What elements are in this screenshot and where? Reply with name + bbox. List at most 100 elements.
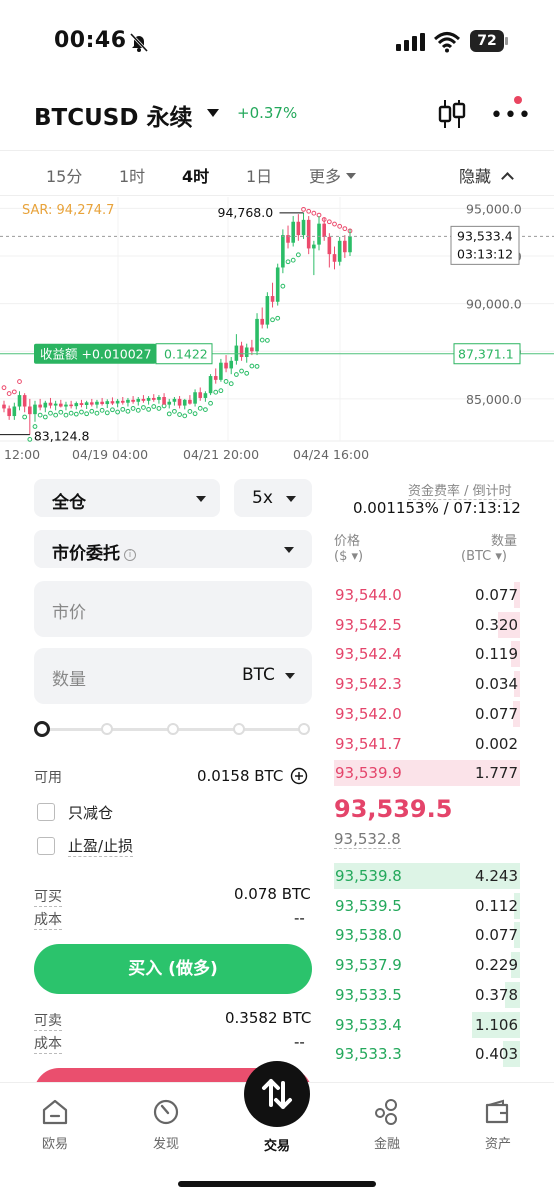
bid-qty: 0.112 — [475, 896, 518, 915]
candle-body — [291, 221, 295, 243]
sar-dot — [233, 372, 239, 377]
candle-body — [162, 397, 166, 405]
ask-price: 93,542.3 — [335, 675, 402, 694]
ask-price: 93,541.7 — [335, 734, 402, 753]
bid-row[interactable]: 93,537.9 0.229 — [334, 952, 520, 979]
last-price: 93,533.4 — [457, 228, 513, 243]
sar-dot — [6, 391, 12, 396]
order-type-select[interactable]: 市价委托 i — [34, 530, 312, 568]
candlestick-chart-icon[interactable] — [438, 98, 466, 130]
nav-assets-label: 资产 — [484, 1137, 511, 1152]
nav-assets[interactable]: 资产 — [458, 1097, 538, 1152]
x-tick-label: 12:00 — [4, 447, 40, 462]
nav-trade[interactable] — [244, 1061, 310, 1127]
buy-long-button[interactable]: 买入 (做多) — [34, 944, 312, 994]
bid-row[interactable]: 93,538.0 0.077 — [334, 922, 520, 949]
order-type-label: 市价委托 — [52, 544, 120, 564]
tab-15m[interactable]: 15分 — [46, 163, 82, 187]
tab-more[interactable]: 更多 — [309, 163, 357, 187]
price-chart[interactable]: 95,000.092,500.090,000.087,500.085,000.0… — [0, 197, 554, 465]
price-unit-select[interactable]: ($ ▾) — [334, 549, 363, 564]
bid-qty: 1.106 — [475, 1015, 518, 1034]
candle-body — [275, 267, 280, 302]
buy-cost-value: -- — [294, 909, 305, 927]
candle-body — [306, 219, 311, 249]
candle-body — [317, 223, 321, 245]
ask-row[interactable]: 93,539.9 1.777 — [334, 760, 520, 787]
nav-discover[interactable]: 发现 — [126, 1097, 206, 1152]
ask-row[interactable]: 93,541.7 0.002 — [334, 731, 520, 757]
sar-dot — [182, 413, 188, 419]
tp-sl-checkbox[interactable] — [37, 837, 55, 855]
buy-cost-label: 成本 — [34, 909, 62, 930]
reduce-only-checkbox[interactable] — [37, 803, 55, 821]
qty-unit-select[interactable]: (BTC ▾) — [461, 549, 507, 564]
candle-body — [332, 254, 337, 262]
bid-row[interactable]: 93,539.5 0.112 — [334, 892, 520, 919]
wifi-icon — [434, 32, 460, 53]
candle-body — [22, 395, 27, 407]
bid-row[interactable]: 93,539.8 4.243 — [334, 863, 520, 889]
add-funds-icon[interactable] — [290, 767, 308, 785]
ask-row[interactable]: 93,542.5 0.320 — [334, 611, 520, 638]
bid-row[interactable]: 93,533.4 1.106 — [334, 1011, 520, 1038]
pnl-qty: 0.1422 — [164, 347, 208, 362]
margin-mode-select[interactable]: 全仓 — [34, 479, 220, 517]
price-input[interactable]: 市价 — [34, 581, 312, 637]
quantity-unit-select[interactable]: BTC — [242, 665, 275, 685]
sar-dot — [135, 407, 141, 413]
candle-body — [100, 401, 104, 405]
x-tick-label: 04/19 04:00 — [72, 447, 148, 462]
candle-body — [250, 347, 254, 352]
bid-qty: 0.229 — [475, 956, 518, 975]
candlestick-chart[interactable]: 95,000.092,500.090,000.087,500.085,000.0… — [0, 197, 554, 465]
sar-dot — [172, 408, 177, 414]
chevron-down-icon[interactable] — [207, 109, 219, 117]
candle-body — [48, 402, 53, 406]
quantity-slider[interactable] — [34, 718, 312, 740]
slider-step-100[interactable] — [298, 723, 310, 735]
info-icon[interactable]: i — [124, 549, 136, 561]
hide-chart-toggle[interactable]: 隐藏 — [459, 163, 514, 187]
instrument-selector[interactable]: BTCUSD 永续 — [34, 98, 192, 132]
nav-home[interactable]: 欧易 — [15, 1097, 95, 1152]
nav-trade-label[interactable]: 交易 — [244, 1135, 310, 1154]
ask-qty: 0.002 — [475, 734, 518, 753]
ask-price: 93,542.4 — [335, 645, 402, 664]
sar-dot — [17, 379, 22, 384]
last-traded-price[interactable]: 93,539.5 — [334, 795, 452, 823]
can-buy-value: 0.078 BTC — [234, 885, 311, 903]
ask-row[interactable]: 93,542.4 0.119 — [334, 641, 520, 668]
tab-1h[interactable]: 1时 — [119, 163, 145, 187]
home-indicator[interactable] — [178, 1181, 376, 1187]
ask-price: 93,542.5 — [335, 615, 402, 634]
battery-indicator: 72 — [470, 30, 508, 52]
tab-1d[interactable]: 1日 — [246, 163, 272, 187]
sar-dot — [53, 412, 59, 418]
slider-step-25[interactable] — [101, 723, 113, 735]
tab-4h[interactable]: 4时 — [182, 163, 209, 187]
ask-row[interactable]: 93,542.0 0.077 — [334, 700, 520, 727]
caret-down-icon[interactable] — [285, 673, 295, 679]
ask-row[interactable]: 93,544.0 0.077 — [334, 582, 520, 608]
caret-down-icon — [286, 496, 296, 502]
slider-step-50[interactable] — [167, 723, 179, 735]
bid-price: 93,539.8 — [335, 867, 402, 885]
ask-row[interactable]: 93,542.3 0.034 — [334, 671, 520, 698]
bid-row[interactable]: 93,533.3 0.403 — [334, 1041, 520, 1068]
reduce-only-label[interactable]: 只减仓 — [68, 802, 113, 823]
order-type-value: 市价委托 i — [52, 539, 136, 564]
sar-dot — [48, 410, 53, 416]
candle-body — [151, 397, 156, 400]
quantity-input[interactable]: 数量 BTC — [34, 648, 312, 704]
slider-handle[interactable] — [34, 721, 50, 737]
more-options-button[interactable]: ••• — [488, 96, 531, 128]
sar-dot — [73, 411, 79, 417]
leverage-select[interactable]: 5x — [234, 479, 312, 517]
nav-finance[interactable]: 金融 — [347, 1097, 427, 1152]
bid-row[interactable]: 93,533.5 0.378 — [334, 981, 520, 1008]
tp-sl-label[interactable]: 止盈/止损 — [68, 835, 134, 857]
slider-step-75[interactable] — [233, 723, 245, 735]
tab-more-label: 更多 — [309, 167, 342, 186]
bid-price: 93,537.9 — [335, 956, 402, 975]
